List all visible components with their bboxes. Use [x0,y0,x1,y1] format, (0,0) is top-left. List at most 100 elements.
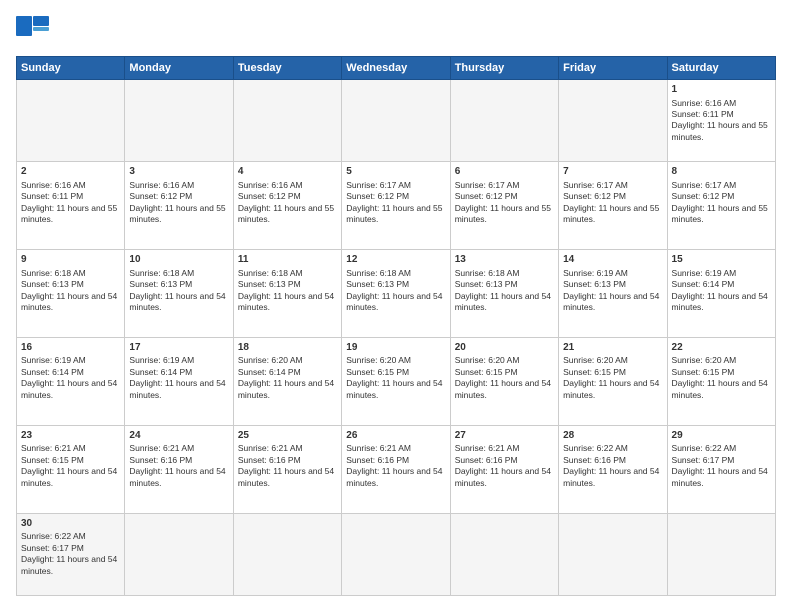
daylight-label: Daylight: 11 hours and 54 minutes. [563,291,659,312]
sunrise-label: Sunrise: 6:18 AM [238,268,303,278]
day-number: 23 [21,429,120,443]
table-row: 5Sunrise: 6:17 AMSunset: 6:12 PMDaylight… [342,162,450,250]
table-row: 14Sunrise: 6:19 AMSunset: 6:13 PMDayligh… [559,250,667,338]
sunset-label: Sunset: 6:12 PM [563,191,626,201]
table-row: 9Sunrise: 6:18 AMSunset: 6:13 PMDaylight… [17,250,125,338]
sunrise-label: Sunrise: 6:20 AM [238,355,303,365]
sunrise-label: Sunrise: 6:21 AM [346,443,411,453]
day-number: 18 [238,341,337,355]
daylight-label: Daylight: 11 hours and 55 minutes. [672,203,768,224]
daylight-label: Daylight: 11 hours and 54 minutes. [238,466,334,487]
table-row: 1Sunrise: 6:16 AMSunset: 6:11 PMDaylight… [667,80,775,162]
sunset-label: Sunset: 6:12 PM [129,191,192,201]
daylight-label: Daylight: 11 hours and 54 minutes. [129,291,225,312]
table-row [233,80,341,162]
day-number: 3 [129,165,228,179]
sunrise-label: Sunrise: 6:20 AM [455,355,520,365]
sunset-label: Sunset: 6:14 PM [21,367,84,377]
sunrise-label: Sunrise: 6:17 AM [346,180,411,190]
sunset-label: Sunset: 6:15 PM [21,455,84,465]
table-row: 10Sunrise: 6:18 AMSunset: 6:13 PMDayligh… [125,250,233,338]
table-row [125,513,233,595]
day-number: 22 [672,341,771,355]
day-number: 15 [672,253,771,267]
col-wednesday: Wednesday [342,57,450,80]
table-row [342,80,450,162]
day-number: 26 [346,429,445,443]
sunrise-label: Sunrise: 6:21 AM [129,443,194,453]
sunset-label: Sunset: 6:13 PM [238,279,301,289]
day-number: 21 [563,341,662,355]
day-number: 25 [238,429,337,443]
sunrise-label: Sunrise: 6:16 AM [129,180,194,190]
sunrise-label: Sunrise: 6:21 AM [21,443,86,453]
sunrise-label: Sunrise: 6:19 AM [672,268,737,278]
sunset-label: Sunset: 6:13 PM [346,279,409,289]
sunset-label: Sunset: 6:13 PM [129,279,192,289]
logo [16,16,56,46]
table-row [559,513,667,595]
day-number: 29 [672,429,771,443]
col-tuesday: Tuesday [233,57,341,80]
sunset-label: Sunset: 6:12 PM [346,191,409,201]
calendar-week-row: 2Sunrise: 6:16 AMSunset: 6:11 PMDaylight… [17,162,776,250]
table-row: 21Sunrise: 6:20 AMSunset: 6:15 PMDayligh… [559,337,667,425]
day-number: 24 [129,429,228,443]
sunset-label: Sunset: 6:12 PM [672,191,735,201]
day-number: 5 [346,165,445,179]
table-row: 27Sunrise: 6:21 AMSunset: 6:16 PMDayligh… [450,425,558,513]
table-row: 8Sunrise: 6:17 AMSunset: 6:12 PMDaylight… [667,162,775,250]
table-row: 16Sunrise: 6:19 AMSunset: 6:14 PMDayligh… [17,337,125,425]
sunrise-label: Sunrise: 6:22 AM [563,443,628,453]
day-number: 13 [455,253,554,267]
sunrise-label: Sunrise: 6:18 AM [455,268,520,278]
daylight-label: Daylight: 11 hours and 54 minutes. [21,554,117,575]
daylight-label: Daylight: 11 hours and 54 minutes. [129,378,225,399]
daylight-label: Daylight: 11 hours and 55 minutes. [563,203,659,224]
day-number: 28 [563,429,662,443]
daylight-label: Daylight: 11 hours and 54 minutes. [672,466,768,487]
daylight-label: Daylight: 11 hours and 54 minutes. [346,378,442,399]
sunset-label: Sunset: 6:11 PM [21,191,83,201]
sunrise-label: Sunrise: 6:16 AM [238,180,303,190]
table-row [667,513,775,595]
day-number: 7 [563,165,662,179]
sunrise-label: Sunrise: 6:22 AM [672,443,737,453]
table-row [17,80,125,162]
sunset-label: Sunset: 6:16 PM [346,455,409,465]
daylight-label: Daylight: 11 hours and 54 minutes. [21,378,117,399]
daylight-label: Daylight: 11 hours and 54 minutes. [346,466,442,487]
calendar: Sunday Monday Tuesday Wednesday Thursday… [16,56,776,596]
table-row [233,513,341,595]
calendar-week-row: 9Sunrise: 6:18 AMSunset: 6:13 PMDaylight… [17,250,776,338]
table-row: 20Sunrise: 6:20 AMSunset: 6:15 PMDayligh… [450,337,558,425]
table-row: 25Sunrise: 6:21 AMSunset: 6:16 PMDayligh… [233,425,341,513]
daylight-label: Daylight: 11 hours and 55 minutes. [21,203,117,224]
table-row: 7Sunrise: 6:17 AMSunset: 6:12 PMDaylight… [559,162,667,250]
sunset-label: Sunset: 6:15 PM [672,367,735,377]
sunrise-label: Sunrise: 6:17 AM [455,180,520,190]
daylight-label: Daylight: 11 hours and 54 minutes. [672,378,768,399]
sunrise-label: Sunrise: 6:17 AM [672,180,737,190]
sunrise-label: Sunrise: 6:19 AM [563,268,628,278]
day-number: 12 [346,253,445,267]
sunrise-label: Sunrise: 6:19 AM [129,355,194,365]
day-number: 19 [346,341,445,355]
sunset-label: Sunset: 6:13 PM [21,279,84,289]
sunrise-label: Sunrise: 6:18 AM [129,268,194,278]
daylight-label: Daylight: 11 hours and 54 minutes. [455,291,551,312]
day-number: 16 [21,341,120,355]
sunrise-label: Sunrise: 6:22 AM [21,531,86,541]
table-row: 23Sunrise: 6:21 AMSunset: 6:15 PMDayligh… [17,425,125,513]
daylight-label: Daylight: 11 hours and 54 minutes. [238,378,334,399]
sunset-label: Sunset: 6:16 PM [563,455,626,465]
table-row: 29Sunrise: 6:22 AMSunset: 6:17 PMDayligh… [667,425,775,513]
day-number: 17 [129,341,228,355]
sunset-label: Sunset: 6:16 PM [238,455,301,465]
table-row: 11Sunrise: 6:18 AMSunset: 6:13 PMDayligh… [233,250,341,338]
sunset-label: Sunset: 6:16 PM [129,455,192,465]
daylight-label: Daylight: 11 hours and 54 minutes. [455,466,551,487]
day-number: 4 [238,165,337,179]
table-row: 28Sunrise: 6:22 AMSunset: 6:16 PMDayligh… [559,425,667,513]
table-row: 12Sunrise: 6:18 AMSunset: 6:13 PMDayligh… [342,250,450,338]
